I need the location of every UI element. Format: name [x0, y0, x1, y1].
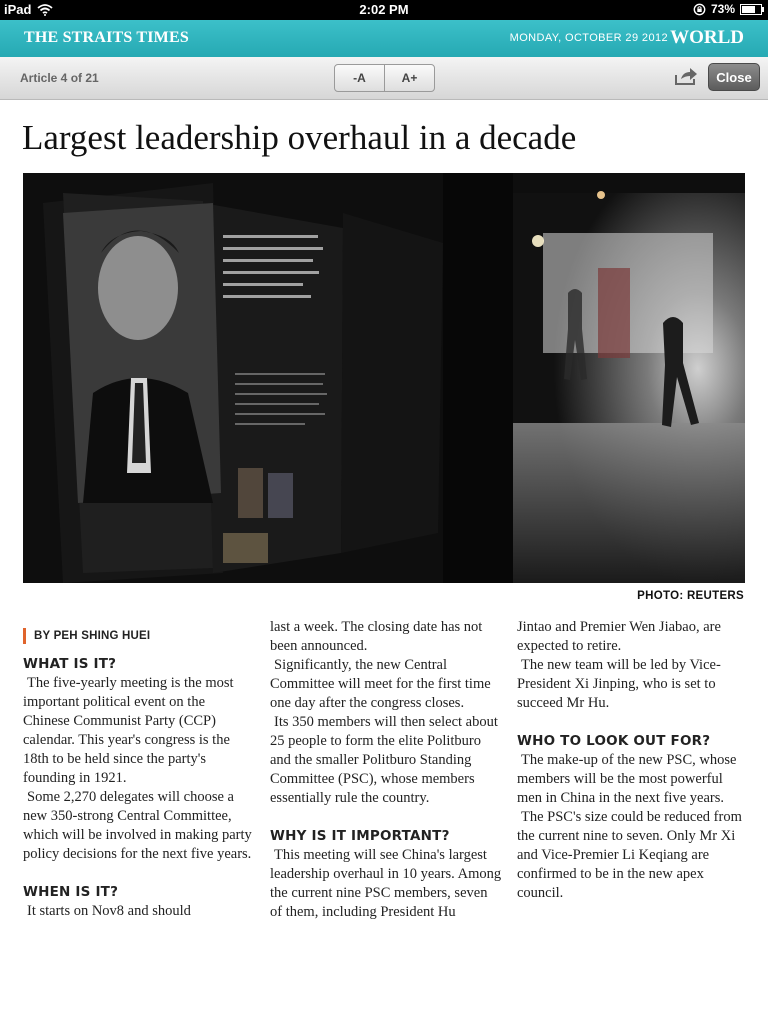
paragraph: Its 350 members will then select about 2…	[270, 714, 498, 806]
photo-credit: PHOTO: REUTERS	[637, 590, 744, 602]
paragraph: Jintao and Premier Wen Jiabao, are expec…	[517, 619, 721, 654]
section-title: WORLD	[670, 27, 744, 48]
decrease-font-button[interactable]: -A	[335, 65, 384, 91]
section-heading-when: WHEN IS IT?	[23, 884, 119, 900]
status-bar: iPad 2:02 PM 73%	[0, 0, 768, 20]
byline: BY PEH SHING HUEI	[23, 628, 255, 644]
paragraph: This meeting will see China's largest le…	[270, 847, 502, 920]
status-time: 2:02 PM	[359, 2, 409, 17]
section-heading-what: WHAT IS IT?	[23, 656, 117, 672]
paragraph: The PSC's size could be reduced from the…	[517, 809, 742, 901]
article-photo[interactable]	[23, 173, 745, 583]
paragraph: The five-yearly meeting is the most impo…	[23, 675, 234, 786]
paragraph: Significantly, the new Central Committee…	[270, 657, 491, 711]
section-heading-why: WHY IS IT IMPORTANT?	[270, 828, 450, 844]
paragraph: last a week. The closing date has not be…	[270, 619, 483, 654]
paragraph: The make-up of the new PSC, whose member…	[517, 752, 737, 806]
paragraph: It starts on Nov8 and should	[27, 903, 191, 919]
paragraph: The new team will be led by Vice-Preside…	[517, 657, 721, 711]
battery-icon	[740, 3, 764, 15]
article-counter: Article 4 of 21	[20, 71, 99, 85]
font-size-control: -A A+	[334, 64, 435, 92]
masthead: THE STRAITS TIMES MONDAY, OCTOBER 29 201…	[0, 20, 768, 57]
lock-rotation-icon	[693, 3, 706, 15]
battery-fill	[742, 5, 756, 13]
brand-logo: THE STRAITS TIMES	[24, 29, 189, 46]
status-right: 73%	[693, 2, 764, 16]
issue-date: MONDAY, OCTOBER 29 2012	[509, 32, 668, 44]
article-column-1: BY PEH SHING HUEI WHAT IS IT? The five-y…	[23, 618, 255, 921]
section-heading-who: WHO TO LOOK OUT FOR?	[517, 733, 711, 749]
photo-illustration	[23, 173, 745, 583]
article-toolbar: Article 4 of 21 -A A+ Close	[0, 57, 768, 100]
close-button[interactable]: Close	[708, 63, 760, 91]
increase-font-button[interactable]: A+	[384, 65, 434, 91]
article-headline: Largest leadership overhaul in a decade	[22, 118, 577, 157]
article-column-3: Jintao and Premier Wen Jiabao, are expec…	[517, 618, 749, 903]
paragraph: Some 2,270 delegates will choose a new 3…	[23, 789, 252, 862]
article-column-2: last a week. The closing date has not be…	[270, 618, 502, 922]
share-icon[interactable]	[674, 66, 698, 86]
battery-percent: 73%	[710, 2, 735, 16]
